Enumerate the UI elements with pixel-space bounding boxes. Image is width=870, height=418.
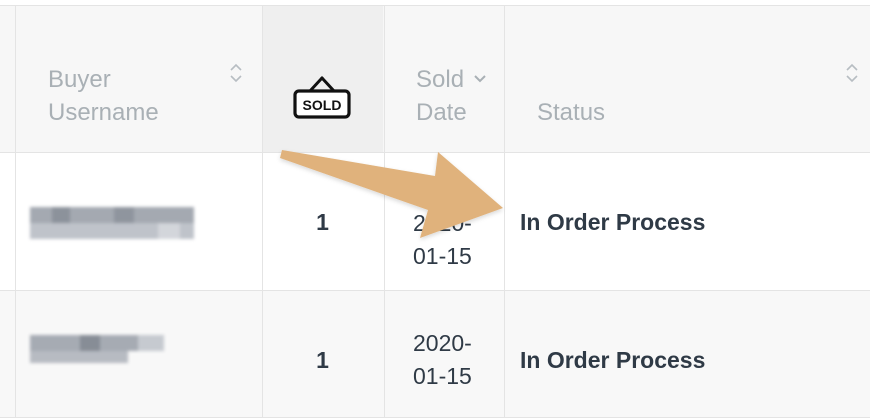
arrow-annotation [280,150,503,238]
status-cell: In Order Process [520,209,706,235]
quantity-cell: 1 [316,347,329,373]
status-cell: In Order Process [520,347,706,373]
table-row[interactable]: 1 2020- 01-15 In Order Process [0,291,870,418]
redacted-buyer-username [22,319,192,379]
chevron-down-icon[interactable] [473,68,487,90]
sold-date-cell: 2020- 01-15 [413,330,472,389]
orders-table: Buyer Username SOLD Sold Date Status 1 0… [0,0,870,418]
table-header: Buyer Username SOLD Sold Date Status [0,5,870,153]
sold-sign-icon[interactable]: SOLD [293,76,351,124]
column-header-status[interactable]: Status [537,96,605,129]
redacted-buyer-username [22,183,222,263]
column-divider [15,5,16,418]
column-header-buyer-username[interactable]: Buyer Username [48,63,159,129]
column-divider [262,5,263,418]
sort-icon[interactable] [845,62,859,84]
column-header-sold-date[interactable]: Sold Date [416,63,467,129]
sold-sign-label: SOLD [303,97,342,113]
sort-icon[interactable] [229,62,243,84]
